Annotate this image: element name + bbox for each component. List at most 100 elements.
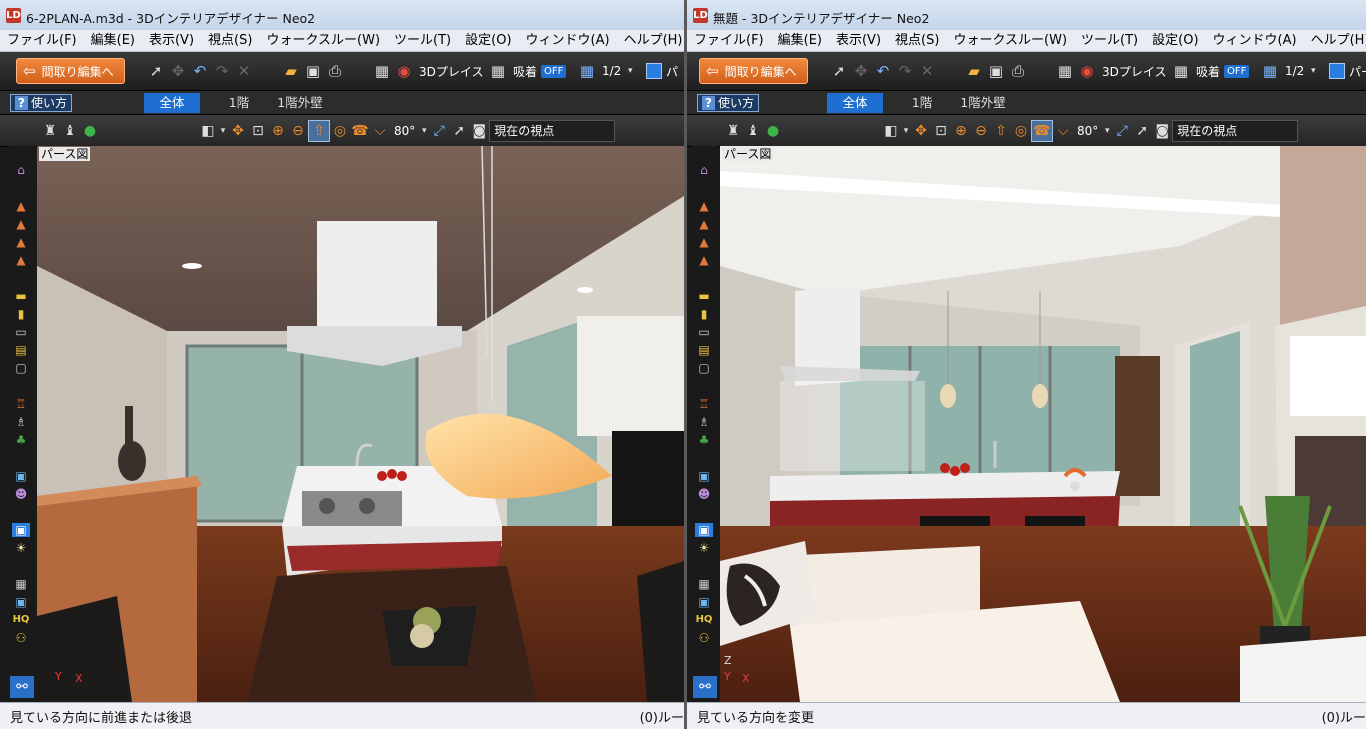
- delete-icon[interactable]: ✕: [233, 60, 255, 82]
- 3d-place-icon[interactable]: ◉: [1076, 60, 1098, 82]
- wall-icon[interactable]: ▮: [12, 307, 30, 321]
- lamp-icon[interactable]: ♖: [12, 397, 30, 411]
- fit-view-icon[interactable]: ⤢: [429, 121, 449, 141]
- chevron-down-icon[interactable]: ▾: [1308, 60, 1318, 82]
- camera-icon[interactable]: ◙: [1152, 121, 1172, 141]
- tab-all[interactable]: 全体: [827, 93, 883, 113]
- perspective-viewport[interactable]: パース図 Y X: [37, 146, 684, 702]
- zoom-out-icon[interactable]: ⊖: [288, 121, 308, 141]
- material-icon[interactable]: ▦: [1054, 60, 1076, 82]
- tab-all[interactable]: 全体: [144, 93, 200, 113]
- multi-select-icon[interactable]: ✥: [167, 60, 189, 82]
- roof-icon[interactable]: ▲: [12, 199, 30, 213]
- view-mode-label[interactable]: パー: [1349, 63, 1366, 80]
- chevron-down-icon[interactable]: ▾: [419, 121, 429, 141]
- back-to-floorplan-button[interactable]: ⇦ 間取り編集へ: [16, 58, 125, 84]
- redo-icon[interactable]: ↷: [211, 60, 233, 82]
- roof-icon[interactable]: ▲: [695, 199, 713, 213]
- zoom-region-icon[interactable]: ⊡: [248, 121, 268, 141]
- menu-help[interactable]: ヘルプ(H): [1304, 30, 1366, 51]
- print-icon[interactable]: ⎙: [324, 60, 346, 82]
- field-of-view-icon[interactable]: ⌵: [370, 121, 390, 141]
- menu-walkthrough[interactable]: ウォークスルー(W): [259, 30, 387, 51]
- viewpoint-select[interactable]: 現在の視点: [489, 120, 616, 142]
- ceiling-icon[interactable]: ▭: [695, 325, 713, 339]
- view-mode-label[interactable]: パ: [666, 63, 678, 80]
- person-icon[interactable]: ☻: [12, 487, 30, 501]
- render-mode-icon[interactable]: ◧: [881, 121, 901, 141]
- menu-walkthrough[interactable]: ウォークスルー(W): [946, 30, 1074, 51]
- share-icon[interactable]: ⚯: [10, 676, 34, 698]
- walk-forward-icon[interactable]: ⇧: [308, 120, 330, 142]
- plant-icon[interactable]: ♣: [12, 433, 30, 447]
- grid-icon[interactable]: ▦: [1170, 60, 1192, 82]
- field-of-view-icon[interactable]: ⌵: [1053, 121, 1073, 141]
- light-bulb-icon[interactable]: ☀: [695, 541, 713, 555]
- ceiling-icon[interactable]: ▭: [12, 325, 30, 339]
- fov-select[interactable]: 80°: [1077, 124, 1098, 138]
- zoom-region-icon[interactable]: ⊡: [931, 121, 951, 141]
- pan-icon[interactable]: ✥: [911, 121, 931, 141]
- roof-icon[interactable]: ▲: [12, 253, 30, 267]
- export-icon[interactable]: ▣: [695, 595, 713, 609]
- pointer-icon[interactable]: ➚: [449, 121, 469, 141]
- walk-forward-icon[interactable]: ⇧: [991, 121, 1011, 141]
- pointer-icon[interactable]: ➚: [1132, 121, 1152, 141]
- window-icon[interactable]: ▢: [695, 361, 713, 375]
- snap-toggle[interactable]: OFF: [1224, 64, 1250, 78]
- pan-icon[interactable]: ✥: [228, 121, 248, 141]
- menu-view[interactable]: 表示(V): [829, 30, 888, 51]
- floor-icon[interactable]: ▬: [12, 289, 30, 303]
- hq-render-icon[interactable]: HQ: [695, 613, 713, 627]
- orbit-icon[interactable]: ◎: [1011, 121, 1031, 141]
- roof-icon[interactable]: ▲: [12, 235, 30, 249]
- floor-view-icon[interactable]: ♝: [60, 121, 80, 141]
- grid-icon[interactable]: ▦: [487, 60, 509, 82]
- photo-view-icon[interactable]: ▣: [12, 523, 30, 537]
- walkers-icon[interactable]: ⚇: [12, 631, 30, 645]
- camera-icon[interactable]: ◙: [469, 121, 489, 141]
- zoom-out-icon[interactable]: ⊖: [971, 121, 991, 141]
- 3d-place-button[interactable]: 3Dプレイス: [1102, 63, 1167, 80]
- menu-viewpoint[interactable]: 視点(S): [888, 30, 946, 51]
- share-icon[interactable]: ⚯: [693, 676, 717, 698]
- render-icon[interactable]: ▦: [695, 577, 713, 591]
- photo-view-icon[interactable]: ▣: [695, 523, 713, 537]
- chevron-down-icon[interactable]: ▾: [625, 60, 635, 82]
- stairs-icon[interactable]: ▤: [12, 343, 30, 357]
- view-mode-icon[interactable]: [1329, 63, 1345, 79]
- menu-file[interactable]: ファイル(F): [687, 30, 771, 51]
- select-arrow-icon[interactable]: ➚: [145, 60, 167, 82]
- fov-select[interactable]: 80°: [394, 124, 415, 138]
- menu-settings[interactable]: 設定(O): [1145, 30, 1205, 51]
- stairs-icon[interactable]: ▤: [695, 343, 713, 357]
- menu-view[interactable]: 表示(V): [142, 30, 201, 51]
- grid-size-select[interactable]: 1/2: [1285, 64, 1304, 78]
- floor-view-icon[interactable]: ♝: [743, 121, 763, 141]
- render-icon[interactable]: ▦: [12, 577, 30, 591]
- save-icon[interactable]: ▣: [302, 60, 324, 82]
- light-bulb-icon[interactable]: ☀: [12, 541, 30, 555]
- open-folder-icon[interactable]: ▰: [280, 60, 302, 82]
- undo-icon[interactable]: ↶: [872, 60, 894, 82]
- lamp-icon[interactable]: ♖: [695, 397, 713, 411]
- export-icon[interactable]: ▣: [12, 595, 30, 609]
- select-arrow-icon[interactable]: ➚: [828, 60, 850, 82]
- orbit-icon[interactable]: ◎: [330, 121, 350, 141]
- menu-tools[interactable]: ツール(T): [1074, 30, 1145, 51]
- menu-viewpoint[interactable]: 視点(S): [201, 30, 259, 51]
- person-view-icon[interactable]: ♜: [40, 121, 60, 141]
- title-bar[interactable]: LD 6-2PLAN-A.m3d - 3Dインテリアデザイナー Neo2: [0, 0, 684, 30]
- chevron-down-icon[interactable]: ▾: [1102, 121, 1112, 141]
- delete-icon[interactable]: ✕: [916, 60, 938, 82]
- view-mode-icon[interactable]: [646, 63, 662, 79]
- tab-floor1[interactable]: 1階: [214, 93, 264, 113]
- menu-file[interactable]: ファイル(F): [0, 30, 84, 51]
- plant-icon[interactable]: ♣: [695, 433, 713, 447]
- window-icon[interactable]: ▢: [12, 361, 30, 375]
- look-around-icon[interactable]: ☎: [1031, 120, 1053, 142]
- multi-select-icon[interactable]: ✥: [850, 60, 872, 82]
- person-view-icon[interactable]: ♜: [723, 121, 743, 141]
- viewpoint-select[interactable]: 現在の視点: [1172, 120, 1299, 142]
- furniture-icon[interactable]: ♗: [695, 415, 713, 429]
